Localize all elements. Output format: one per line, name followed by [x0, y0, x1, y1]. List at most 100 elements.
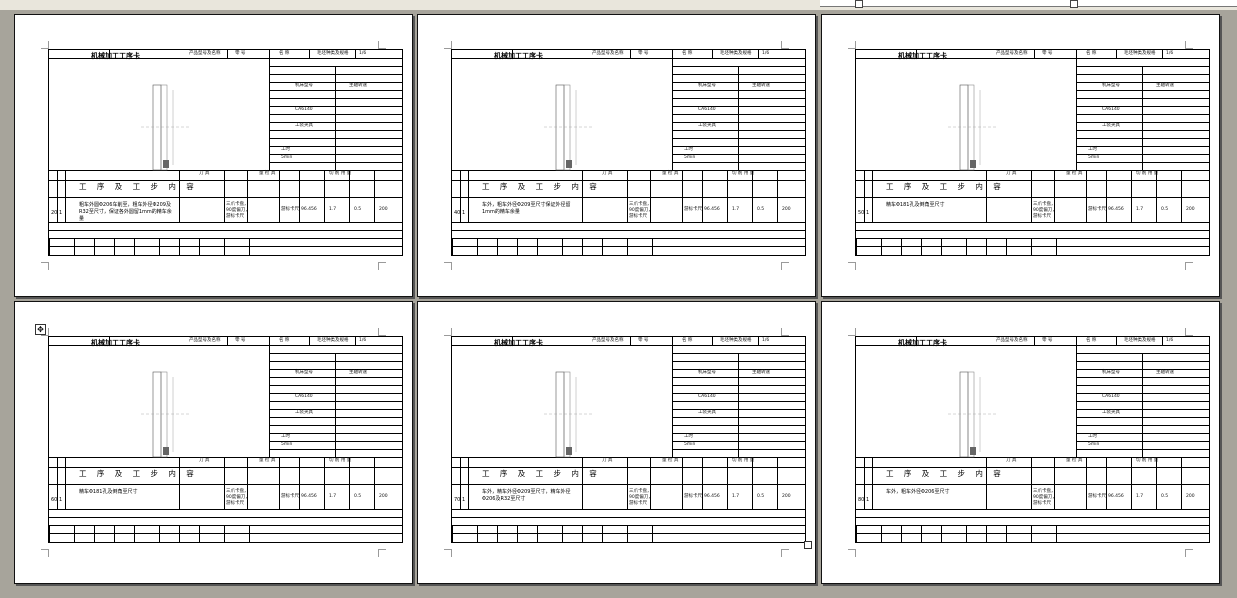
document-page[interactable]: 机械加工工序卡 产品型号及名称 零 号 名 称 毛坯种类及规格 1/6 机床型号 主轴转速 CA… [14, 14, 413, 297]
page-number: 1/6 [1166, 51, 1174, 56]
process-content-header: 工 序 及 工 步 内 容 [886, 182, 1005, 191]
table-rule [652, 238, 653, 255]
table-rule [856, 230, 1209, 231]
rpm-value: 200 [1186, 207, 1195, 212]
part-drawing [948, 84, 998, 171]
table-rule [279, 170, 280, 222]
table-rule [758, 50, 759, 58]
table-rule [1034, 50, 1035, 58]
table-rule [856, 525, 857, 542]
table-rule [672, 337, 673, 457]
params-header: 切 削 用 量 [1136, 458, 1159, 463]
process-card-table[interactable]: 机械加工工序卡 产品型号及名称 零 号 名 称 毛坯种类及规格 1/6 机床型号 主轴转速 CA… [451, 49, 806, 256]
document-page[interactable]: 机械加工工序卡 产品型号及名称 零 号 名 称 毛坯种类及规格 1/6 机床型号 主轴转速 CA… [417, 301, 816, 584]
table-rule [602, 238, 603, 255]
table-rule [179, 525, 180, 542]
table-rule [627, 238, 628, 255]
table-rule [1116, 50, 1117, 58]
table-rule [856, 238, 1209, 239]
table-rule [279, 457, 280, 509]
table-rule [966, 525, 967, 542]
step-number: 1 [59, 497, 63, 503]
table-rule [921, 525, 922, 542]
part-drawing [141, 84, 191, 171]
table-rule [227, 50, 228, 58]
ruler-left-margin-marker[interactable] [855, 0, 863, 8]
table-rule [517, 525, 518, 542]
table-rule [49, 246, 402, 247]
card-title: 机械加工工序卡 [898, 339, 947, 347]
machine-label: 机床型号 [698, 370, 716, 375]
table-rule [49, 533, 402, 534]
spindle-label: 主轴转速 [1156, 83, 1174, 88]
part-drawing [948, 371, 998, 458]
table-rule [1162, 337, 1163, 345]
table-rule [477, 238, 478, 255]
process-card-table[interactable]: 机械加工工序卡 产品型号及名称 零 号 名 称 毛坯种类及规格 1/6 机床型号 主轴转速 CA… [451, 336, 806, 543]
table-rule [227, 337, 228, 345]
part-name-label: 名 称 [682, 51, 693, 56]
table-rule [1142, 353, 1143, 457]
table-rule [702, 170, 703, 222]
ruler-right-margin-marker[interactable] [1070, 0, 1078, 8]
ca-model: CA6140 [698, 394, 716, 399]
crop-mark [41, 262, 49, 270]
measure-header: 量 检 具 [1066, 171, 1083, 176]
table-rule [1162, 50, 1163, 58]
table-rule [49, 255, 402, 256]
table-rule [468, 170, 469, 222]
table-rule [324, 170, 325, 222]
process-card-table[interactable]: 机械加工工序卡 产品型号及名称 零 号 名 称 毛坯种类及规格 1/6 机床型号 主轴转速 CA… [855, 336, 1210, 543]
table-rule [856, 238, 857, 255]
table-rule [921, 238, 922, 255]
table-rule [672, 50, 673, 170]
process-card-table[interactable]: 机械加工工序卡 产品型号及名称 零 号 名 称 毛坯种类及规格 1/6 机床型号 主轴转速 CA… [48, 49, 403, 256]
process-description: 粗车外圆Φ206车削至，粗车外径Φ209及R32至尺寸，保证各外圆留1mm的精车… [79, 202, 172, 222]
table-rule [752, 170, 753, 222]
table-rule [1006, 238, 1007, 255]
measure-header: 量 检 具 [259, 458, 276, 463]
process-card-table[interactable]: 机械加工工序卡 产品型号及名称 零 号 名 称 毛坯种类及规格 1/6 机床型号 主轴转速 CA… [48, 336, 403, 543]
page-number: 1/6 [359, 51, 367, 56]
horizontal-ruler[interactable] [0, 0, 1237, 10]
table-rule [1131, 457, 1132, 509]
page-number: 1/6 [762, 51, 770, 56]
table-rule [49, 525, 402, 526]
table-rule [738, 353, 739, 457]
time-value: 5min [684, 155, 696, 160]
table-rule [1086, 170, 1087, 222]
table-rule [299, 170, 300, 222]
document-page[interactable]: 机械加工工序卡 产品型号及名称 零 号 名 称 毛坯种类及规格 1/6 机床型号 主轴转速 CA… [14, 301, 413, 584]
clamp-tools: 三爪卡盘，90度偏刀，游标卡尺 [1033, 489, 1057, 506]
table-rule [702, 457, 703, 509]
table-rule [159, 238, 160, 255]
step-number: 1 [462, 210, 466, 216]
table-rule [179, 238, 180, 255]
ruler-scale [820, 0, 1237, 7]
table-rule [269, 337, 270, 457]
process-card-table[interactable]: 机械加工工序卡 产品型号及名称 零 号 名 称 毛坯种类及规格 1/6 机床型号 主轴转速 CA… [855, 49, 1210, 256]
table-rule [582, 170, 583, 222]
table-move-handle-icon[interactable]: ✥ [35, 324, 46, 335]
table-rule [1076, 50, 1077, 170]
clamp-tools: 三爪卡盘，90度偏刀，游标卡尺 [226, 489, 250, 506]
crop-mark [781, 549, 789, 557]
document-page[interactable]: 机械加工工序卡 产品型号及名称 零 号 名 称 毛坯种类及规格 1/6 机床型号 主轴转速 CA… [821, 301, 1220, 584]
document-page[interactable]: 机械加工工序卡 产品型号及名称 零 号 名 称 毛坯种类及规格 1/6 机床型号 主轴转速 CA… [821, 14, 1220, 297]
fixture-label: 工装夹具 [698, 123, 716, 128]
table-rule [856, 222, 1209, 223]
part-no-label: 零 号 [235, 338, 246, 343]
table-rule [941, 238, 942, 255]
step-number: 1 [866, 497, 870, 503]
table-rule [114, 525, 115, 542]
crop-mark [378, 328, 386, 336]
document-page[interactable]: 机械加工工序卡 产品型号及名称 零 号 名 称 毛坯种类及规格 1/6 机床型号 主轴转速 CA… [417, 14, 816, 297]
table-resize-handle-icon[interactable] [804, 541, 812, 549]
table-rule [335, 66, 336, 170]
table-rule [324, 457, 325, 509]
crop-mark [444, 262, 452, 270]
crop-mark [378, 262, 386, 270]
product-label: 产品型号及名称 [189, 51, 221, 56]
table-rule [1034, 337, 1035, 345]
table-rule [249, 525, 250, 542]
